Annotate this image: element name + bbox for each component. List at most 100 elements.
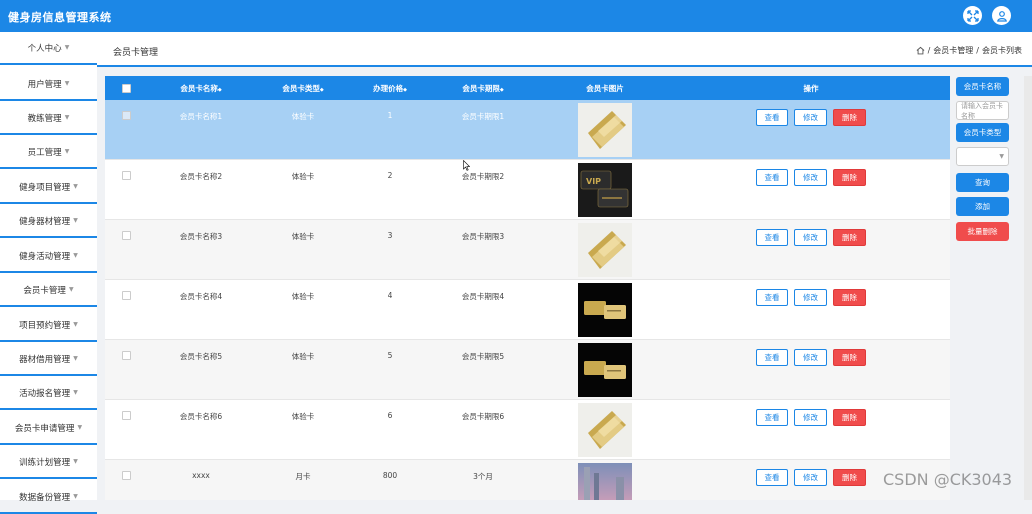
chevron-down-icon: ▼ (64, 114, 70, 121)
gold-on-black-card-image[interactable] (578, 343, 632, 397)
delete-button[interactable]: 删除 (833, 169, 866, 186)
add-button[interactable]: 添加 (956, 197, 1009, 216)
view-button[interactable]: 查看 (756, 169, 788, 186)
delete-button[interactable]: 删除 (833, 109, 866, 126)
gold-card-image[interactable] (578, 403, 632, 457)
card-price-cell: 2 (387, 171, 393, 180)
card-type-cell: 体验卡 (291, 112, 315, 121)
select-all-checkbox[interactable] (122, 84, 131, 93)
card-name-search-input[interactable]: 请输入会员卡名称 (956, 101, 1009, 120)
sidebar-item-data-backup[interactable]: 数据备份管理 ▼ (0, 481, 97, 514)
expand-icon[interactable] (963, 6, 982, 25)
sidebar-item-activities[interactable]: 健身活动管理 ▼ (0, 240, 97, 273)
table-row[interactable]: 会员卡名称6 体验卡 6 会员卡期限6 查看 修改 删除 (105, 400, 950, 460)
home-icon[interactable] (916, 46, 925, 55)
sidebar-item-label: 会员卡申请管理 (14, 423, 75, 434)
view-button[interactable]: 查看 (756, 409, 788, 426)
table-row[interactable]: 会员卡名称3 体验卡 3 会员卡期限3 查看 修改 删除 (105, 220, 950, 280)
table-row[interactable]: 会员卡名称2 体验卡 2 会员卡期限2 VIP 查看 修改 删除 (105, 160, 950, 220)
user-icon[interactable] (992, 6, 1011, 25)
watermark: CSDN @CK3043 (883, 470, 1013, 489)
sidebar-item-users[interactable]: 用户管理 ▼ (0, 68, 97, 101)
table-row[interactable]: 会员卡名称4 体验卡 4 会员卡期限4 查看 修改 删除 (105, 280, 950, 340)
table-row[interactable]: 会员卡名称5 体验卡 5 会员卡期限5 查看 修改 删除 (105, 340, 950, 400)
sidebar-item-training-plans[interactable]: 训练计划管理 ▼ (0, 446, 97, 479)
view-button[interactable]: 查看 (756, 289, 788, 306)
card-term-cell: 会员卡期限4 (461, 292, 505, 301)
chevron-down-icon: ▼ (73, 493, 78, 500)
query-button[interactable]: 查询 (956, 173, 1009, 192)
sidebar-item-card-application[interactable]: 会员卡申请管理 ▼ (0, 412, 97, 445)
sidebar-item-label: 活动报名管理 (19, 388, 71, 399)
chevron-down-icon: ▼ (73, 217, 78, 224)
row-checkbox[interactable] (122, 471, 131, 480)
chevron-down-icon: ▼ (73, 355, 78, 362)
delete-button[interactable]: 删除 (833, 409, 866, 426)
column-header-image: 会员卡图片 (586, 84, 624, 93)
sidebar-item-staff[interactable]: 员工管理 ▼ (0, 136, 97, 169)
sidebar-item-coaches[interactable]: 教练管理 ▼ (0, 102, 97, 135)
card-term-cell: 会员卡期限6 (461, 412, 505, 421)
breadcrumb-item: 会员卡列表 (982, 46, 1022, 55)
sidebar-item-equipment-borrow[interactable]: 器材借用管理 ▼ (0, 343, 97, 376)
card-type-label: 会员卡类型 (956, 123, 1009, 142)
card-type-cell: 体验卡 (291, 232, 315, 241)
table-row[interactable]: 会员卡名称1 体验卡 1 会员卡期限1 查看 修改 删除 (105, 100, 950, 160)
sidebar-item-label: 个人中心 (27, 43, 62, 54)
sidebar-item-equipment[interactable]: 健身器材管理 ▼ (0, 205, 97, 238)
column-header-type[interactable]: 会员卡类型◆ (282, 83, 323, 94)
edit-button[interactable]: 修改 (794, 109, 827, 126)
batch-delete-button[interactable]: 批量删除 (956, 222, 1009, 241)
chevron-down-icon: ▼ (73, 321, 78, 328)
view-button[interactable]: 查看 (756, 109, 788, 126)
edit-button[interactable]: 修改 (794, 289, 827, 306)
row-checkbox[interactable] (122, 291, 131, 300)
sidebar-item-personal-center[interactable]: 个人中心 ▼ (0, 32, 97, 65)
sort-icon[interactable]: ◆ (500, 87, 504, 93)
view-button[interactable]: 查看 (756, 349, 788, 366)
edit-button[interactable]: 修改 (794, 229, 827, 246)
scrollbar[interactable] (1024, 76, 1032, 500)
chevron-down-icon: ▼ (73, 389, 78, 396)
view-button[interactable]: 查看 (756, 469, 788, 486)
delete-button[interactable]: 删除 (833, 289, 866, 306)
gold-on-black-card-image[interactable] (578, 283, 632, 337)
edit-button[interactable]: 修改 (794, 469, 827, 486)
sidebar-item-label: 器材借用管理 (19, 354, 71, 365)
city-photo-image[interactable] (578, 463, 632, 500)
card-term-cell: 会员卡期限1 (461, 112, 505, 121)
card-type-cell: 体验卡 (291, 352, 315, 361)
sort-icon[interactable]: ◆ (320, 87, 324, 93)
sidebar-item-membership-cards[interactable]: 会员卡管理 ▼ (0, 274, 97, 307)
delete-button[interactable]: 删除 (833, 229, 866, 246)
sidebar-item-activity-signup[interactable]: 活动报名管理 ▼ (0, 377, 97, 410)
gold-card-image[interactable] (578, 103, 632, 157)
edit-button[interactable]: 修改 (794, 409, 827, 426)
table-row[interactable]: xxxx 月卡 800 3个月 查看 修改 删除 (105, 460, 950, 500)
column-header-name[interactable]: 会员卡名称◆ (180, 83, 221, 94)
edit-button[interactable]: 修改 (794, 169, 827, 186)
column-header-price[interactable]: 办理价格◆ (373, 83, 407, 94)
sort-icon[interactable]: ◆ (218, 87, 222, 93)
row-checkbox[interactable] (122, 411, 131, 420)
card-term-cell: 会员卡期限2 (461, 172, 505, 181)
edit-button[interactable]: 修改 (794, 349, 827, 366)
breadcrumb-item[interactable]: 会员卡管理 (933, 45, 973, 56)
delete-button[interactable]: 删除 (833, 349, 866, 366)
vip-black-card-image[interactable]: VIP (578, 163, 632, 217)
view-button[interactable]: 查看 (756, 229, 788, 246)
sort-icon[interactable]: ◆ (403, 87, 407, 93)
mouse-cursor-icon (463, 160, 470, 171)
card-type-select[interactable]: ▼ (956, 147, 1009, 166)
delete-button[interactable]: 删除 (833, 469, 866, 486)
card-price-cell: 3 (387, 231, 393, 240)
row-checkbox[interactable] (122, 111, 131, 120)
column-header-term[interactable]: 会员卡期限◆ (462, 83, 503, 94)
sidebar-item-project-booking[interactable]: 项目预约管理 ▼ (0, 309, 97, 342)
sidebar-item-fitness-projects[interactable]: 健身项目管理 ▼ (0, 171, 97, 204)
table-header: 会员卡名称◆ 会员卡类型◆ 办理价格◆ 会员卡期限◆ 会员卡图片 操作 (105, 76, 950, 100)
row-checkbox[interactable] (122, 351, 131, 360)
row-checkbox[interactable] (122, 231, 131, 240)
gold-card-image[interactable] (578, 223, 632, 277)
row-checkbox[interactable] (122, 171, 131, 180)
